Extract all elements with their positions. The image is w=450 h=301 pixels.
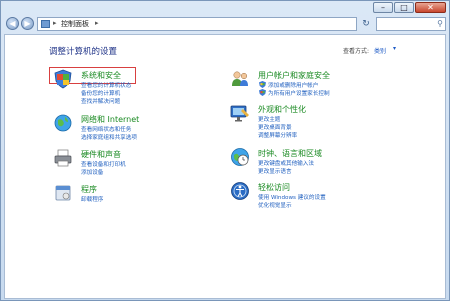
- address-bar[interactable]: ▸ 控制面板 ▸: [37, 17, 357, 31]
- back-button[interactable]: ◀: [6, 17, 19, 30]
- category-network-internet: 网络和 Internet 查看网络状态和任务 选择家庭组和共享选项: [53, 113, 223, 145]
- clock-globe-icon: [231, 148, 249, 166]
- category-ease-of-access: 轻松访问 使用 Windows 建议的设置 优化视觉显示: [230, 181, 430, 213]
- navigation-toolbar: ◀ ▶ ▸ 控制面板 ▸ ↻ ⚲: [4, 16, 446, 32]
- minimize-icon: –: [381, 3, 385, 12]
- shield-icon: [259, 81, 266, 88]
- category-appearance: 外观和个性化 更改主题 更改桌面背景 调整屏幕分辨率: [230, 103, 430, 143]
- category-link[interactable]: 优化视觉显示: [258, 201, 292, 209]
- category-hardware-sound: 硬件和声音 查看设备和打印机 添加设备: [53, 148, 223, 180]
- breadcrumb-separator[interactable]: ▸: [53, 19, 57, 27]
- network-globe-icon: [54, 114, 72, 132]
- shield-flag-icon: [54, 69, 72, 89]
- view-by-dropdown[interactable]: 类别: [374, 46, 386, 55]
- forward-button[interactable]: ▶: [21, 17, 34, 30]
- category-link[interactable]: 卸载程序: [81, 195, 103, 203]
- category-link[interactable]: 更改显示语言: [258, 167, 292, 175]
- category-user-accounts: 用户帐户和家庭安全 添加或删除用户帐户 为所有用户设置家长控制: [230, 69, 430, 101]
- category-link[interactable]: 为所有用户设置家长控制: [268, 89, 330, 97]
- category-link[interactable]: 添加设备: [81, 168, 103, 176]
- maximize-icon: □: [400, 3, 408, 12]
- category-link[interactable]: 使用 Windows 建议的设置: [258, 193, 326, 201]
- search-input[interactable]: ⚲: [376, 17, 446, 31]
- chevron-down-icon[interactable]: ▾: [393, 45, 396, 52]
- breadcrumb-separator[interactable]: ▸: [95, 19, 99, 27]
- minimize-button[interactable]: –: [373, 2, 393, 13]
- category-title[interactable]: 用户帐户和家庭安全: [258, 70, 330, 81]
- category-link[interactable]: 更改键盘或其他输入法: [258, 159, 314, 167]
- category-link[interactable]: 更改桌面背景: [258, 123, 292, 131]
- category-title[interactable]: 轻松访问: [258, 182, 290, 193]
- category-link[interactable]: 查看您的计算机状态: [81, 81, 131, 89]
- control-panel-icon: [41, 20, 50, 28]
- category-link[interactable]: 调整屏幕分辨率: [258, 131, 297, 139]
- category-link[interactable]: 备份您的计算机: [81, 89, 120, 97]
- view-by-label: 查看方式:: [343, 48, 370, 55]
- accessibility-icon: [231, 182, 249, 200]
- close-button[interactable]: ✕: [415, 2, 446, 13]
- category-link[interactable]: 查看设备和打印机: [81, 160, 126, 168]
- control-panel-window: – □ ✕ ◀ ▶ ▸ 控制面板 ▸ ↻ ⚲ 调整计算机的设置 查看方式: 类别…: [0, 0, 450, 301]
- search-icon: ⚲: [437, 19, 443, 28]
- category-link[interactable]: 选择家庭组和共享选项: [81, 133, 137, 141]
- category-programs: 程序 卸载程序: [53, 183, 223, 207]
- category-link[interactable]: 更改主题: [258, 115, 280, 123]
- category-title[interactable]: 外观和个性化: [258, 104, 306, 115]
- category-link[interactable]: 查找并解决问题: [81, 97, 120, 105]
- maximize-button[interactable]: □: [394, 2, 414, 13]
- category-title[interactable]: 时钟、语言和区域: [258, 148, 322, 159]
- programs-icon: [55, 185, 71, 201]
- category-link[interactable]: 查看网络状态和任务: [81, 125, 131, 133]
- category-clock-language: 时钟、语言和区域 更改键盘或其他输入法 更改显示语言: [230, 147, 430, 179]
- refresh-button[interactable]: ↻: [359, 17, 373, 31]
- category-title[interactable]: 硬件和声音: [81, 149, 121, 160]
- title-bar: – □ ✕: [1, 1, 449, 15]
- category-title[interactable]: 系统和安全: [81, 70, 121, 81]
- monitor-icon: [230, 105, 249, 122]
- shield-icon: [259, 89, 266, 96]
- category-title[interactable]: 网络和 Internet: [81, 114, 139, 125]
- printer-icon: [54, 149, 72, 167]
- category-title[interactable]: 程序: [81, 184, 97, 195]
- page-title: 调整计算机的设置: [49, 47, 118, 57]
- breadcrumb-control-panel[interactable]: 控制面板: [61, 19, 89, 29]
- main-content: 调整计算机的设置 查看方式: 类别 ▾ 系统和安全 查看您的计算机状态 备份您的…: [4, 34, 446, 299]
- category-system-security: 系统和安全 查看您的计算机状态 备份您的计算机 查找并解决问题: [53, 69, 223, 109]
- users-icon: [232, 71, 248, 86]
- category-link[interactable]: 添加或删除用户帐户: [268, 81, 318, 89]
- close-icon: ✕: [427, 3, 434, 12]
